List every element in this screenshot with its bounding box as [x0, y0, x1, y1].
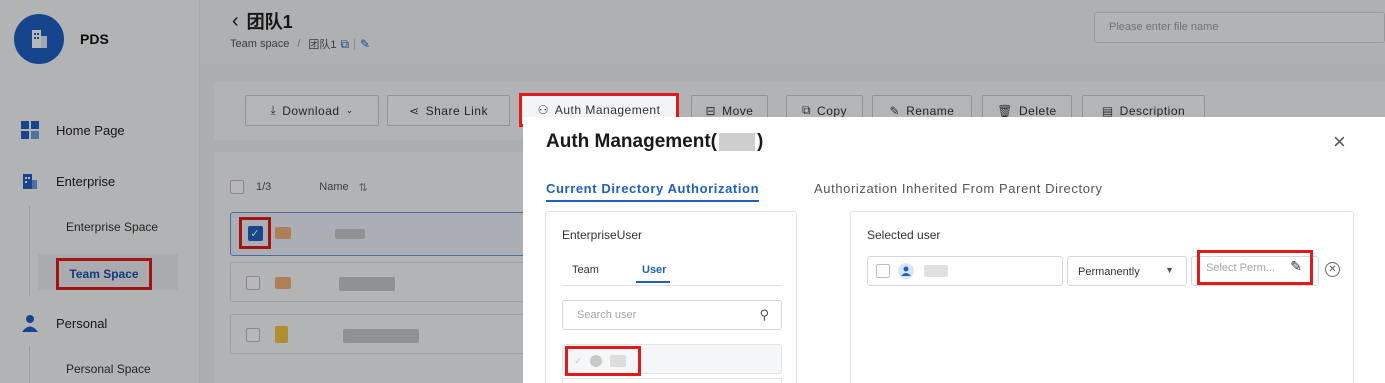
- selected-user-item: [867, 256, 1063, 286]
- subtab-user[interactable]: User: [636, 264, 671, 283]
- caret-down-icon: ▼: [1165, 265, 1174, 275]
- auth-icon: ⚇: [537, 103, 549, 117]
- list-item[interactable]: [562, 378, 782, 383]
- selected-users-panel: Selected user Permanently ▼ Select Perm.…: [850, 211, 1354, 383]
- duration-value: Permanently: [1078, 266, 1140, 278]
- permission-select[interactable]: Select Perm... ✎: [1197, 250, 1313, 285]
- redacted-username: [610, 355, 627, 367]
- remove-user-icon[interactable]: ✕: [1325, 262, 1340, 277]
- tab-current-directory[interactable]: Current Directory Authorization: [546, 181, 760, 202]
- user-search-input[interactable]: Search user ⚲: [562, 300, 782, 330]
- search-placeholder: Search user: [577, 309, 637, 321]
- user-checkbox[interactable]: [876, 264, 890, 278]
- auth-management-dialog: Auth Management( ) × Current Directory A…: [523, 117, 1385, 383]
- user-subtabs: Team User: [562, 258, 782, 286]
- panel-title: Selected user: [867, 228, 941, 242]
- dialog-title-suffix: ): [757, 131, 764, 152]
- permission-placeholder: Select Perm...: [1206, 261, 1276, 274]
- check-icon: ✓: [574, 355, 583, 367]
- user-picker-panel: EnterpriseUser Team User Search user ⚲ ✓: [545, 211, 797, 383]
- close-icon[interactable]: ×: [1333, 129, 1346, 155]
- duration-select[interactable]: Permanently ▼: [1067, 256, 1187, 286]
- tab-inherited[interactable]: Authorization Inherited From Parent Dire…: [814, 181, 1103, 196]
- panel-title: EnterpriseUser: [562, 228, 643, 242]
- dialog-title: Auth Management( ): [546, 131, 763, 153]
- avatar: [590, 355, 603, 367]
- redacted-name: [719, 133, 755, 151]
- auth-management-label: Auth Management: [554, 103, 661, 117]
- subtab-team[interactable]: Team: [572, 264, 599, 276]
- pen-icon[interactable]: ✎: [1290, 258, 1302, 275]
- redacted-username: [924, 265, 948, 277]
- search-icon[interactable]: ⚲: [759, 307, 769, 323]
- dialog-title-prefix: Auth Management(: [546, 131, 717, 152]
- user-avatar-icon: [898, 263, 914, 279]
- user-option-highlight[interactable]: ✓: [565, 346, 641, 376]
